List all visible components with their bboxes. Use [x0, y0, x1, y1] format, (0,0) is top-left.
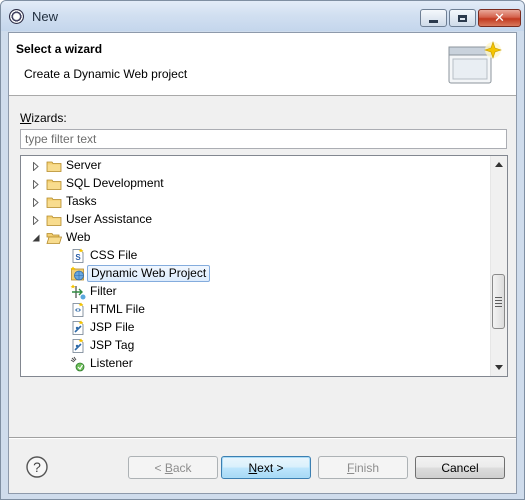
folder-icon: [46, 176, 62, 192]
web-project-icon: [70, 266, 86, 282]
wizards-label-text: izards:: [31, 111, 67, 125]
tree-folder-item[interactable]: SQL Development: [21, 175, 491, 193]
minimize-icon: [429, 19, 438, 23]
grip-line: [495, 302, 502, 304]
tree-wizard-item[interactable]: Dynamic Web Project: [21, 265, 491, 283]
collapsed-arrow-icon[interactable]: [31, 197, 41, 207]
finish-button-mnemonic: F: [346, 460, 355, 475]
close-icon: ✕: [494, 10, 505, 26]
back-button-prefix: <: [154, 460, 165, 475]
back-button-mnemonic: B: [164, 460, 173, 475]
scroll-down-button[interactable]: [491, 359, 507, 376]
eclipse-icon: [9, 9, 24, 24]
scroll-up-icon: [495, 162, 503, 167]
tree-wizard-item[interactable]: HTML File: [21, 301, 491, 319]
wizards-label-mnemonic: W: [20, 111, 32, 125]
html-file-icon: [70, 302, 86, 318]
help-icon[interactable]: ?: [26, 456, 48, 478]
tree-item-label: HTML File: [90, 302, 145, 316]
folder-icon: [46, 194, 62, 210]
tree-wizard-item[interactable]: JSP File: [21, 319, 491, 337]
title-bar[interactable]: New ✕: [1, 1, 524, 31]
minimize-button[interactable]: [420, 9, 447, 27]
next-button[interactable]: Next >: [221, 456, 311, 479]
back-button[interactable]: < Back: [128, 456, 218, 479]
window-title: New: [32, 9, 59, 24]
maximize-button[interactable]: [449, 9, 476, 27]
wizard-banner: Select a wizard Create a Dynamic Web pro…: [9, 33, 516, 96]
tree-item-label: CSS File: [90, 248, 138, 262]
collapsed-arrow-icon[interactable]: [31, 215, 41, 225]
tree-item-label: Web: [66, 230, 91, 244]
tree-folder-item[interactable]: Server: [21, 157, 491, 175]
tree-wizard-item[interactable]: Listener: [21, 355, 491, 373]
footer-separator: [9, 437, 516, 439]
tree-item-label: User Assistance: [66, 212, 153, 226]
banner-title: Select a wizard: [16, 42, 103, 56]
tree-wizard-item[interactable]: S CSS File: [21, 247, 491, 265]
tree-item-label: Listener: [90, 356, 133, 370]
dialog-client-area: Select a wizard Create a Dynamic Web pro…: [8, 32, 517, 494]
tree-item-label: Server: [66, 158, 102, 172]
filter-icon: [70, 284, 86, 300]
new-wizard-banner-icon: [448, 41, 502, 84]
close-button[interactable]: ✕: [478, 9, 521, 27]
wizards-label: Wizards:: [20, 111, 67, 125]
jsp-file-icon: [70, 320, 86, 336]
finish-button-label: inish: [354, 460, 380, 475]
tree-folder-item[interactable]: Web: [21, 229, 491, 247]
folder-open-icon: [46, 230, 63, 246]
tree-wizard-item[interactable]: Filter: [21, 283, 491, 301]
expanded-arrow-icon[interactable]: [31, 233, 41, 243]
filter-input[interactable]: [20, 129, 507, 149]
tree-folder-item[interactable]: User Assistance: [21, 211, 491, 229]
jsp-tag-icon: [70, 338, 86, 354]
vertical-scrollbar[interactable]: [490, 156, 507, 376]
scroll-thumb[interactable]: [492, 274, 505, 329]
collapsed-arrow-icon[interactable]: [31, 161, 41, 171]
scroll-down-icon: [495, 365, 503, 370]
tree-item-label: Tasks: [66, 194, 97, 208]
listener-icon: [70, 356, 86, 372]
maximize-icon: [458, 14, 467, 22]
new-wizard-dialog: New ✕ Select a wizard Create a Dynamic W…: [0, 0, 525, 500]
scroll-up-button[interactable]: [491, 156, 507, 173]
folder-icon: [46, 212, 62, 228]
css-file-icon: S: [70, 248, 86, 264]
svg-text:S: S: [75, 253, 81, 262]
folder-icon: [46, 158, 62, 174]
svg-text:?: ?: [33, 459, 41, 475]
grip-line: [495, 305, 502, 307]
tree-item-label: JSP File: [90, 320, 135, 334]
tree-wizard-item[interactable]: JSP Tag: [21, 337, 491, 355]
tree-item-label: JSP Tag: [90, 338, 135, 352]
finish-button[interactable]: Finish: [318, 456, 408, 479]
banner-description: Create a Dynamic Web project: [24, 67, 188, 81]
next-button-label: ext >: [257, 460, 284, 475]
cancel-button[interactable]: Cancel: [415, 456, 505, 479]
collapsed-arrow-icon[interactable]: [31, 179, 41, 189]
tree-item-label: SQL Development: [66, 176, 164, 190]
back-button-label: ack: [172, 460, 192, 475]
grip-line: [495, 299, 502, 301]
tree-folder-item[interactable]: Tasks: [21, 193, 491, 211]
tree-item-label: Filter: [90, 284, 117, 298]
tree-item-label: Dynamic Web Project: [87, 265, 211, 282]
wizard-tree[interactable]: Server SQL Development Tasks User Assistanc…: [20, 155, 508, 377]
grip-line: [495, 296, 502, 298]
next-button-mnemonic: N: [248, 460, 258, 475]
